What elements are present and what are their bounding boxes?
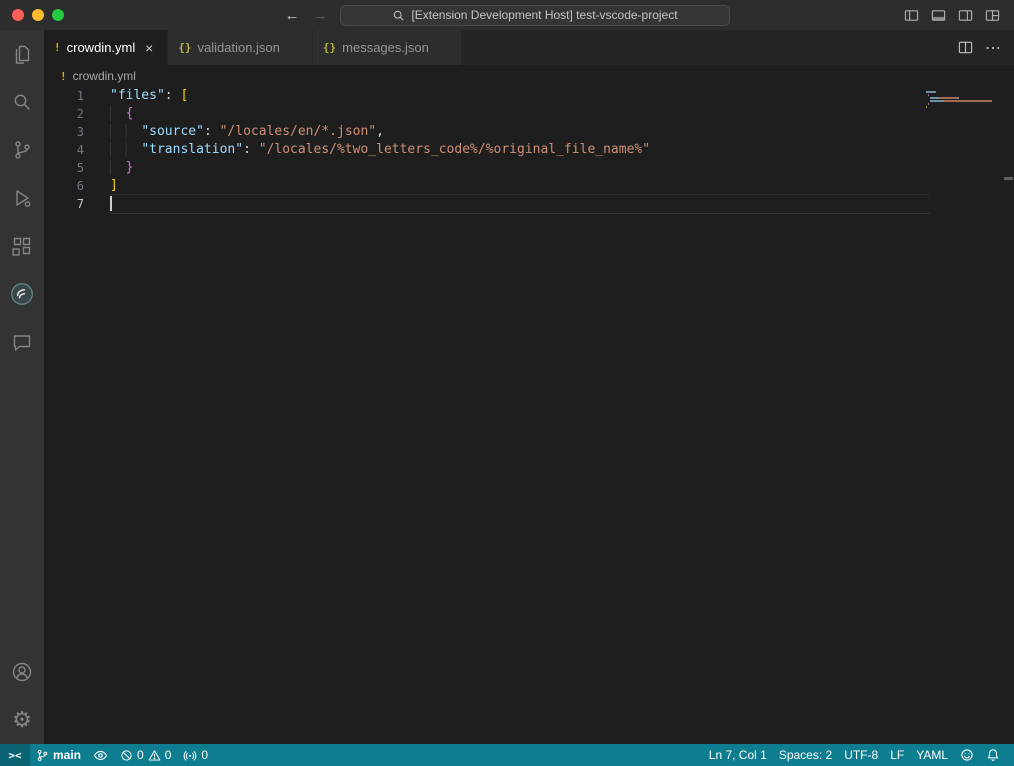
accounts-icon[interactable] <box>0 648 44 696</box>
search-icon <box>392 9 405 22</box>
line-number: 7 <box>44 195 84 213</box>
code-line[interactable]: 4 "translation": "/locales/%two_letters_… <box>44 141 1014 159</box>
eol-indicator[interactable]: LF <box>884 744 910 766</box>
code-line[interactable]: 2 { <box>44 105 1014 123</box>
close-tab-icon[interactable]: × <box>141 40 157 56</box>
broadcast-icon <box>183 748 197 762</box>
feedback-smiley-icon <box>960 748 974 762</box>
feedback-button[interactable] <box>954 744 980 766</box>
code-editor[interactable]: 1"files": [2 {3 "source": "/locales/en/*… <box>44 87 1014 744</box>
line-number: 1 <box>44 87 84 105</box>
line-text: "source": "/locales/en/*.json", <box>110 123 930 141</box>
line-text: "translation": "/locales/%two_letters_co… <box>110 141 930 159</box>
tab-label: crowdin.yml <box>67 40 136 55</box>
source-control-icon[interactable] <box>0 126 44 174</box>
overview-ruler-mark <box>1004 177 1013 180</box>
line-number: 4 <box>44 141 84 159</box>
tab-crowdin.yml[interactable]: ! crowdin.yml × <box>44 30 168 65</box>
warning-count: 0 <box>165 748 172 762</box>
customize-layout-icon[interactable] <box>985 8 1000 23</box>
code-line[interactable]: 7 <box>44 195 1014 213</box>
titlebar: ← → [Extension Development Host] test-vs… <box>0 0 1014 30</box>
traffic-lights <box>0 9 64 21</box>
json-file-icon: {} <box>323 41 336 54</box>
line-text <box>110 195 930 213</box>
yaml-file-icon: ! <box>54 41 61 54</box>
editor-group: ! crowdin.yml × {} validation.json {} messages… <box>44 30 1014 744</box>
tab-label: validation.json <box>198 40 280 55</box>
code-line[interactable]: 5 } <box>44 159 1014 177</box>
toggle-primary-sidebar-icon[interactable] <box>904 8 919 23</box>
explorer-icon[interactable] <box>0 30 44 78</box>
tab-validation.json[interactable]: {} validation.json <box>168 30 313 65</box>
close-window-button[interactable] <box>12 9 24 21</box>
problems-indicator[interactable]: 0 0 <box>114 744 177 766</box>
notifications-button[interactable] <box>980 744 1006 766</box>
status-bar: >< main 0 0 0 Ln 7, Col 1 <box>0 744 1014 766</box>
minimap[interactable] <box>926 91 998 112</box>
line-number: 6 <box>44 177 84 195</box>
text-cursor <box>110 196 112 211</box>
settings-gear-icon[interactable]: ⚙ <box>0 696 44 744</box>
branch-indicator[interactable]: main <box>30 744 87 766</box>
errors-icon <box>120 749 133 762</box>
search-icon[interactable] <box>0 78 44 126</box>
bell-icon <box>986 748 1000 762</box>
toggle-panel-icon[interactable] <box>931 8 946 23</box>
crowdin-extension-icon[interactable] <box>0 270 44 318</box>
code-line[interactable]: 1 "files": [ <box>44 87 1014 105</box>
code-line[interactable]: 3 "source": "/locales/en/*.json", <box>44 123 1014 141</box>
line-text: } <box>110 159 930 177</box>
error-count: 0 <box>137 748 144 762</box>
remote-indicator[interactable]: >< <box>0 744 30 766</box>
toggle-secondary-sidebar-icon[interactable] <box>958 8 973 23</box>
tab-messages.json[interactable]: {} messages.json <box>313 30 462 65</box>
line-text: "files": [ <box>110 87 930 105</box>
line-number: 2 <box>44 105 84 123</box>
breadcrumb[interactable]: ! crowdin.yml <box>44 65 1014 87</box>
eye-icon <box>93 748 108 763</box>
yaml-file-icon: ! <box>60 70 67 83</box>
split-editor-icon[interactable] <box>958 40 973 55</box>
more-actions-icon[interactable]: ⋯ <box>985 38 1002 58</box>
remote-icon: >< <box>8 749 21 762</box>
navigate-forward-icon[interactable]: → <box>312 7 328 24</box>
indentation-indicator[interactable]: Spaces: 2 <box>773 744 838 766</box>
branch-name: main <box>53 748 81 762</box>
command-center-search[interactable]: [Extension Development Host] test-vscode… <box>340 5 730 26</box>
breadcrumb-file-name: crowdin.yml <box>73 69 136 83</box>
cursor-position-indicator[interactable]: Ln 7, Col 1 <box>703 744 773 766</box>
tab-bar: ! crowdin.yml × {} validation.json {} messages… <box>44 30 1014 65</box>
line-text: { <box>110 105 930 123</box>
code-line[interactable]: 6] <box>44 177 1014 195</box>
vscode-window: ← → [Extension Development Host] test-vs… <box>0 0 1014 766</box>
activity-bar: ⚙ <box>0 30 44 744</box>
encoding-indicator[interactable]: UTF-8 <box>838 744 884 766</box>
ports-count: 0 <box>201 748 208 762</box>
language-mode-indicator[interactable]: YAML <box>910 744 954 766</box>
zoom-window-button[interactable] <box>52 9 64 21</box>
navigate-back-icon[interactable]: ← <box>284 7 300 24</box>
window-title: [Extension Development Host] test-vscode… <box>411 8 677 22</box>
warnings-icon <box>148 749 161 762</box>
ports-indicator[interactable]: 0 <box>177 744 214 766</box>
line-text: ] <box>110 177 930 195</box>
comments-icon[interactable] <box>0 318 44 366</box>
json-file-icon: {} <box>178 41 191 54</box>
run-and-debug-icon[interactable] <box>0 174 44 222</box>
minimize-window-button[interactable] <box>32 9 44 21</box>
git-branch-icon <box>36 749 49 762</box>
line-number: 3 <box>44 123 84 141</box>
line-number: 5 <box>44 159 84 177</box>
extensions-icon[interactable] <box>0 222 44 270</box>
tab-label: messages.json <box>342 40 429 55</box>
gitlens-eye-toggle[interactable] <box>87 744 114 766</box>
